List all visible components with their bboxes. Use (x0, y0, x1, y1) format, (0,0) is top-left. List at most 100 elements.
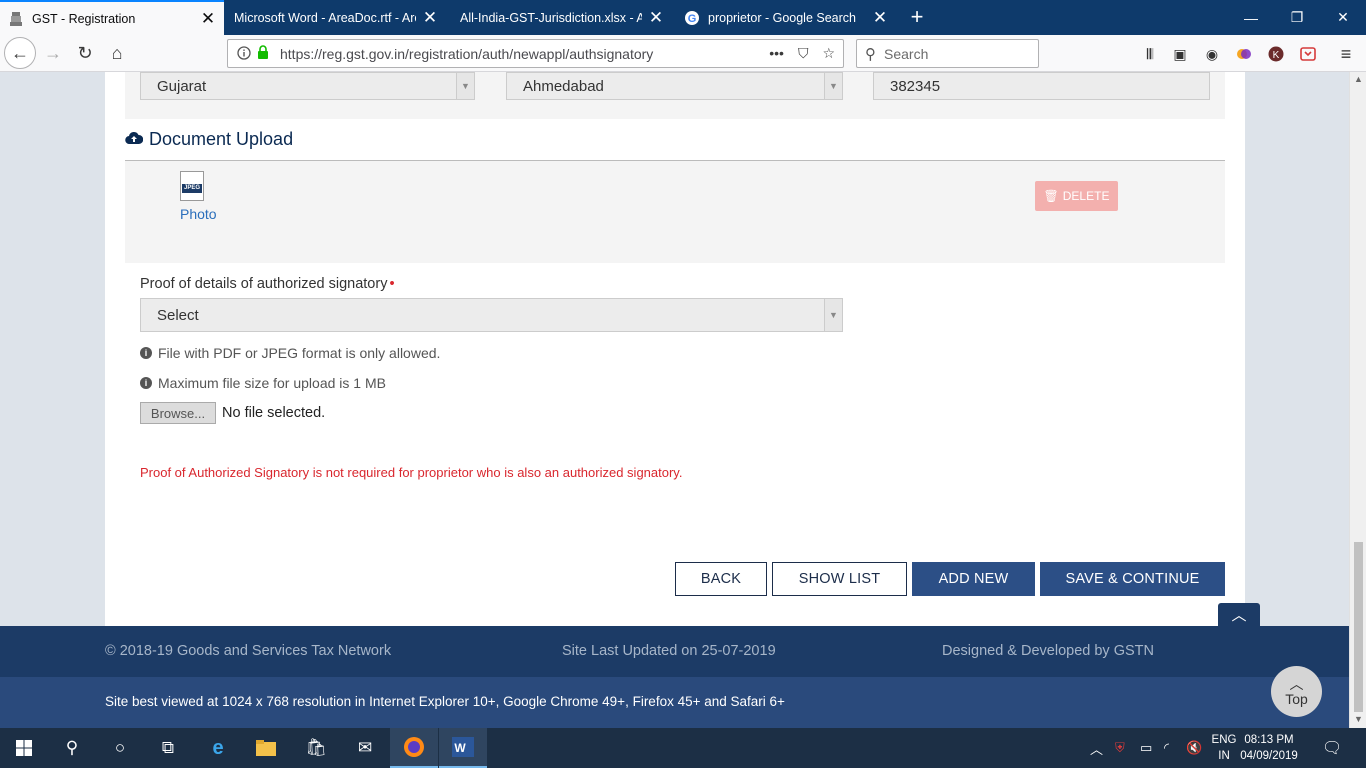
pin-value: 382345 (890, 77, 941, 95)
proprietor-warning: Proof of Authorized Signatory is not req… (140, 465, 683, 480)
tab-title: Microsoft Word - AreaDoc.rtf - Are (234, 10, 416, 25)
info-circle-icon: i (140, 347, 152, 359)
firefox-icon[interactable] (390, 728, 438, 768)
tab-excel-file[interactable]: All-India-GST-Jurisdiction.xlsx - All ✕ (452, 0, 672, 35)
address-row: Gujarat ▼ Ahmedabad ▼ 382345 (125, 72, 1225, 119)
proof-type-select[interactable]: Select ▼ (140, 298, 843, 332)
search-icon: ⚲ (865, 45, 876, 63)
document-upload-heading: Document Upload (125, 129, 293, 150)
menu-icon[interactable]: ≡ (1336, 44, 1356, 64)
account-icon[interactable]: ◉ (1202, 45, 1222, 63)
windows-start-icon[interactable] (0, 728, 48, 768)
region-code: IN (1218, 750, 1230, 762)
scrollbar-thumb[interactable] (1354, 542, 1363, 712)
browse-button[interactable]: Browse... (140, 402, 216, 424)
more-icon[interactable]: ••• (769, 45, 784, 62)
back-arrow-icon[interactable]: ← (4, 37, 36, 69)
scroll-up-tab[interactable]: ︿ (1218, 603, 1260, 626)
format-info-text: File with PDF or JPEG format is only all… (158, 345, 441, 361)
add-new-button[interactable]: ADD NEW (912, 562, 1035, 596)
wifi-icon[interactable]: ◜ (1164, 728, 1169, 768)
tab-word-doc[interactable]: Microsoft Word - AreaDoc.rtf - Are ✕ (226, 0, 446, 35)
close-window-icon[interactable]: ✕ (1320, 0, 1366, 35)
back-to-top-button[interactable]: ︿ Top (1271, 666, 1322, 717)
mcafee-icon[interactable]: ⛨ (1115, 728, 1125, 768)
size-info: i Maximum file size for upload is 1 MB (140, 375, 386, 391)
search-bar[interactable]: ⚲ Search (856, 39, 1039, 68)
pocket-save-icon[interactable] (1298, 45, 1318, 63)
info-icon[interactable] (237, 46, 251, 63)
close-tab-icon[interactable]: ✕ (422, 8, 438, 28)
search-icon[interactable]: ⚲ (48, 728, 96, 768)
tab-google-search[interactable]: G proprietor - Google Search ✕ (676, 0, 896, 35)
proof-label-text: Proof of details of authorized signatory (140, 276, 388, 292)
svg-text:K: K (1273, 50, 1280, 61)
pocket-icon[interactable]: ⛉ (798, 45, 809, 62)
emblem-icon (8, 11, 24, 27)
show-list-button[interactable]: SHOW LIST (772, 562, 907, 596)
district-value: Ahmedabad (523, 77, 604, 95)
windows-taskbar: ⚲ ○ ⧉ e 🛍 ✉ W ︿ ⛨ ▭ ◜ 🔇 ENG IN 08:13 PM … (0, 728, 1366, 768)
state-select[interactable]: Gujarat ▼ (140, 72, 475, 100)
close-tab-icon[interactable]: ✕ (648, 8, 664, 28)
footer-updated: Site Last Updated on 25-07-2019 (562, 643, 776, 659)
proof-select-value: Select (157, 306, 199, 324)
store-icon[interactable]: 🛍 (292, 728, 340, 768)
task-view-icon[interactable]: ⧉ (144, 728, 192, 768)
top-label: Top (1285, 691, 1308, 707)
size-info-text: Maximum file size for upload is 1 MB (158, 375, 386, 391)
close-tab-icon[interactable]: ✕ (872, 8, 888, 28)
tab-gst-registration[interactable]: GST - Registration ✕ (0, 0, 224, 35)
minimize-icon[interactable]: — (1228, 0, 1274, 35)
clock-time: 08:13 PM (1244, 734, 1294, 746)
footer-main: © 2018-19 Goods and Services Tax Network… (0, 626, 1349, 677)
save-continue-button[interactable]: SAVE & CONTINUE (1040, 562, 1225, 596)
sidebar-icon[interactable]: ▣ (1170, 45, 1190, 63)
uploaded-document-row: JPEG Photo 🗑 DELETE (125, 161, 1225, 263)
tab-title: GST - Registration (32, 11, 136, 26)
district-select[interactable]: Ahmedabad ▼ (506, 72, 843, 100)
scroll-down-arrow-icon[interactable]: ▼ (1350, 714, 1366, 724)
delete-button[interactable]: 🗑 DELETE (1035, 181, 1118, 211)
bookmark-star-icon[interactable]: ☆ (822, 45, 835, 62)
cloud-upload-icon (125, 131, 144, 149)
url-bar[interactable]: https://reg.gst.gov.in/registration/auth… (227, 39, 844, 68)
new-tab-icon[interactable]: + (904, 4, 930, 30)
notifications-icon[interactable]: 🗨 (1322, 728, 1342, 768)
url-text: https://reg.gst.gov.in/registration/auth… (280, 45, 654, 62)
search-placeholder: Search (884, 45, 929, 62)
no-file-text: No file selected. (222, 405, 326, 421)
svg-text:W: W (454, 741, 466, 755)
photo-link[interactable]: Photo (180, 206, 217, 222)
library-icon[interactable]: 𝄃𝄃 (1140, 45, 1160, 63)
edge-icon[interactable]: e (194, 728, 242, 768)
file-type-badge: JPEG (182, 184, 202, 193)
volume-muted-icon[interactable]: 🔇 (1186, 728, 1202, 768)
footer-copyright: © 2018-19 Goods and Services Tax Network (105, 643, 392, 659)
extension-icon[interactable] (1234, 45, 1254, 63)
battery-icon[interactable]: ▭ (1140, 728, 1152, 768)
forward-arrow-icon[interactable]: → (38, 39, 68, 67)
show-hidden-icons[interactable]: ︿ (1090, 728, 1103, 768)
chevron-down-icon: ▼ (824, 73, 842, 99)
close-tab-icon[interactable]: ✕ (200, 9, 216, 29)
scroll-up-arrow-icon[interactable]: ▲ (1350, 74, 1366, 84)
mail-icon[interactable]: ✉ (341, 728, 389, 768)
system-clock[interactable]: 08:13 PM 04/09/2019 (1238, 732, 1300, 764)
word-icon[interactable]: W (439, 728, 487, 768)
profile-k-icon[interactable]: K (1266, 45, 1286, 63)
browser-nav-bar: ← → ↻ ⌂ https://reg.gst.gov.in/registrat… (0, 35, 1366, 72)
cortana-icon[interactable]: ○ (96, 728, 144, 768)
page-viewport: Gujarat ▼ Ahmedabad ▼ 382345 Document Up… (0, 72, 1349, 728)
page-scrollbar[interactable]: ▲ ▼ (1349, 72, 1366, 728)
pin-code-field[interactable]: 382345 (873, 72, 1210, 100)
secure-lock-icon[interactable] (257, 45, 269, 63)
language-indicator[interactable]: ENG IN (1208, 732, 1240, 764)
restore-icon[interactable]: ❐ (1274, 0, 1320, 35)
svg-text:G: G (688, 13, 697, 25)
reload-icon[interactable]: ↻ (70, 39, 100, 67)
file-explorer-icon[interactable] (242, 728, 290, 768)
home-icon[interactable]: ⌂ (102, 39, 132, 67)
back-button[interactable]: BACK (675, 562, 767, 596)
format-info: i File with PDF or JPEG format is only a… (140, 345, 440, 361)
